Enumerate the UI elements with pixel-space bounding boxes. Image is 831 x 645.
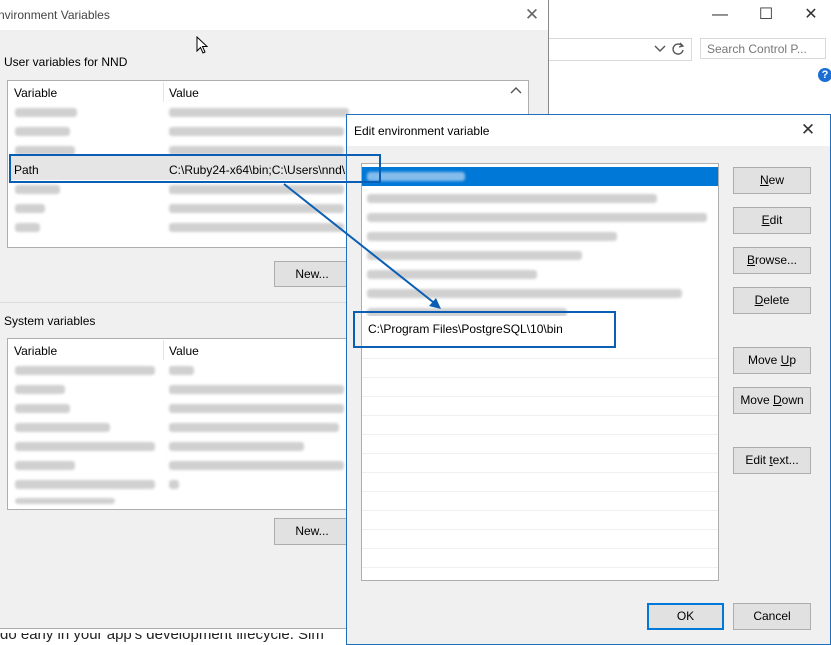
edit-text-button[interactable]: Edit text... bbox=[733, 447, 811, 474]
move-down-button[interactable]: Move Down bbox=[733, 387, 811, 414]
annotation-arrow-icon bbox=[283, 183, 441, 309]
ok-button[interactable]: OK bbox=[647, 603, 724, 630]
cancel-button[interactable]: Cancel bbox=[733, 603, 811, 630]
new-button[interactable]: New bbox=[733, 167, 811, 194]
edit-button[interactable]: Edit bbox=[733, 207, 811, 234]
browse-button[interactable]: Browse... bbox=[733, 247, 811, 274]
delete-button[interactable]: Delete bbox=[733, 287, 811, 314]
move-up-button[interactable]: Move Up bbox=[733, 347, 811, 374]
